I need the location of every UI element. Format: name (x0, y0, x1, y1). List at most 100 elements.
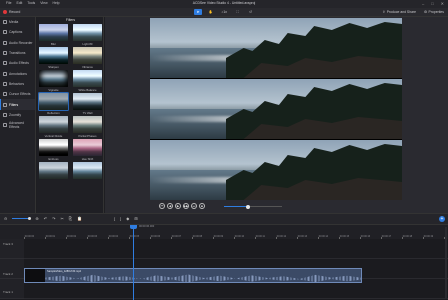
track-lane[interactable] (24, 239, 448, 259)
record-button[interactable]: Record (3, 10, 20, 14)
ruler-label: 00:00:02 (66, 235, 77, 238)
sidebar-item-behaviors[interactable]: Behaviors (0, 79, 35, 89)
filter-thumbnail (39, 47, 68, 64)
track-header[interactable]: Track 2 (0, 259, 24, 279)
copy-icon[interactable]: ⎘ (69, 216, 72, 221)
playback-scrubber[interactable] (224, 204, 282, 209)
prev-frame-button[interactable]: ◀ (167, 203, 173, 209)
sidebar-item-label: Annotations (9, 71, 27, 76)
filter-item[interactable]: Vignette (39, 70, 68, 92)
track-label: Track 3 (3, 242, 13, 246)
video-clip[interactable]: SampleVideo_1280x720.mp4 (24, 268, 362, 283)
pan-tool-button[interactable]: ✋ (207, 9, 215, 15)
undo-icon[interactable]: ↶ (44, 216, 47, 221)
clip-thumbnail (25, 269, 45, 282)
go-end-button[interactable]: ⏭ (191, 203, 197, 209)
snap-icon[interactable]: ⊞ (134, 216, 137, 221)
split-left-icon[interactable]: [ (114, 216, 115, 221)
video-preview[interactable] (150, 18, 402, 200)
filters-icon (3, 102, 7, 107)
timeline-scrollbar[interactable] (445, 227, 447, 299)
filter-item[interactable]: Blur (39, 24, 68, 46)
share-icon: ⇪ (382, 9, 386, 14)
filter-item[interactable] (73, 162, 102, 183)
zoom-out-icon[interactable]: ⊖ (4, 216, 7, 221)
record-icon (3, 10, 7, 14)
cut-icon[interactable]: ✂ (60, 216, 63, 221)
go-start-button[interactable]: ⏮ (159, 203, 165, 209)
select-tool-button[interactable]: ➤ (194, 9, 202, 15)
filter-label: Sharpen (48, 64, 59, 69)
preview-strip-bottom (150, 140, 402, 200)
filter-item[interactable]: Light 80 (73, 24, 102, 46)
timeline-ruler[interactable]: 00:00:00 00:00:01 00:00:02 00:00:03 00:00:04… (0, 225, 448, 239)
timeline-zoom-slider[interactable] (12, 216, 32, 220)
media-icon (3, 20, 7, 25)
sidebar-item-audio-recorder[interactable]: Audio Recorder (0, 38, 35, 48)
play-button[interactable]: ▶ (175, 203, 181, 209)
paste-icon[interactable]: 📋 (77, 216, 82, 221)
sidebar-item-annotations[interactable]: Annotations (0, 68, 35, 78)
properties-button[interactable]: ⚙ Properties (424, 10, 444, 14)
ruler-label: 00:00:05 (129, 235, 140, 238)
filter-thumbnail (39, 24, 68, 41)
track-header[interactable]: Track 3 (0, 239, 24, 259)
ruler-label: 00:00:06 (150, 235, 161, 238)
sidebar-item-cursor-effects[interactable]: Cursor Effects (0, 89, 35, 99)
zoomify-icon (3, 112, 7, 117)
undo-button[interactable]: ↺ (247, 9, 255, 15)
sidebar-item-advanced-effects[interactable]: Advanced Effects (0, 120, 35, 130)
filter-item[interactable]: Sharpen (39, 47, 68, 69)
filter-thumbnail (39, 70, 68, 87)
sidebar-item-label: Audio Recorder (9, 40, 33, 45)
scrubber-handle[interactable] (246, 204, 251, 209)
sidebar-item-label: Captions (9, 30, 23, 35)
sidebar-item-transitions[interactable]: Transitions (0, 48, 35, 58)
sidebar-item-filters[interactable]: Filters (0, 99, 35, 110)
window-title: ACDSee Video Studio 4 - Untitled.avsproj (192, 1, 256, 5)
close-button[interactable]: ✕ (441, 1, 444, 6)
title-bar: File Edit Tools View Help ACDSee Video S… (0, 0, 448, 8)
sidebar-item-label: Cursor Effects (9, 92, 31, 97)
playhead[interactable] (133, 225, 134, 300)
sidebar-item-captions[interactable]: Captions (0, 27, 35, 37)
filter-label: Vibrance (82, 64, 93, 69)
track-header[interactable]: Track 1 (0, 279, 24, 299)
redo-icon[interactable]: ↷ (52, 216, 55, 221)
filter-thumbnail (73, 139, 102, 156)
ruler-label: 00:00:17 (381, 235, 392, 238)
filter-label: Partial Phases (78, 133, 97, 138)
filter-item[interactable]: Reflection (38, 92, 69, 115)
sidebar-item-zoomify[interactable]: Zoomify (0, 110, 35, 120)
stop-button[interactable]: ■ (199, 203, 205, 209)
canvas-tools: ➤ ✋ ⌕ 1x ⛶ ↺ (194, 9, 255, 15)
crop-tool-button[interactable]: ⛶ (234, 9, 242, 15)
produce-share-button[interactable]: ⇪ Produce and Share (382, 10, 416, 14)
preview-strip-middle (150, 79, 402, 139)
sidebar-item-label: Filters (9, 102, 19, 107)
ruler-label: 00:00:09 (213, 235, 224, 238)
ruler-label: 00:00:10 (234, 235, 245, 238)
filter-thumbnail (73, 116, 102, 133)
filter-item[interactable]: Hue Shift (73, 139, 102, 161)
marker-icon[interactable]: ◆ (126, 216, 129, 221)
audio-waveform (45, 274, 361, 282)
filter-item[interactable]: Vertical Divide (39, 116, 68, 138)
filter-item[interactable]: Emboss (39, 139, 68, 161)
sidebar-item-media[interactable]: Media (0, 17, 35, 27)
split-right-icon[interactable]: ] (120, 216, 121, 221)
sidebar-item-audio-effects[interactable]: Audio Effects (0, 58, 35, 68)
maximize-button[interactable]: □ (431, 1, 433, 6)
zoom-in-icon[interactable]: ⊕ (35, 216, 38, 221)
filter-item[interactable]: White Balance (73, 70, 102, 92)
minimize-button[interactable]: – (422, 1, 424, 6)
playback-controls: ⏮ ◀ ▶ ▶▶ ⏭ ■ (105, 200, 448, 213)
track-label: Track 2 (3, 272, 13, 276)
zoom-level-select[interactable]: ⌕ 1x (220, 9, 229, 15)
add-track-button[interactable]: + (439, 216, 445, 222)
next-frame-button[interactable]: ▶▶ (183, 203, 189, 209)
filter-item[interactable]: Vibrance (73, 47, 102, 69)
filter-item[interactable]: TV Wall (73, 93, 102, 115)
filter-item[interactable] (39, 162, 68, 183)
filter-item[interactable]: Partial Phases (73, 116, 102, 138)
